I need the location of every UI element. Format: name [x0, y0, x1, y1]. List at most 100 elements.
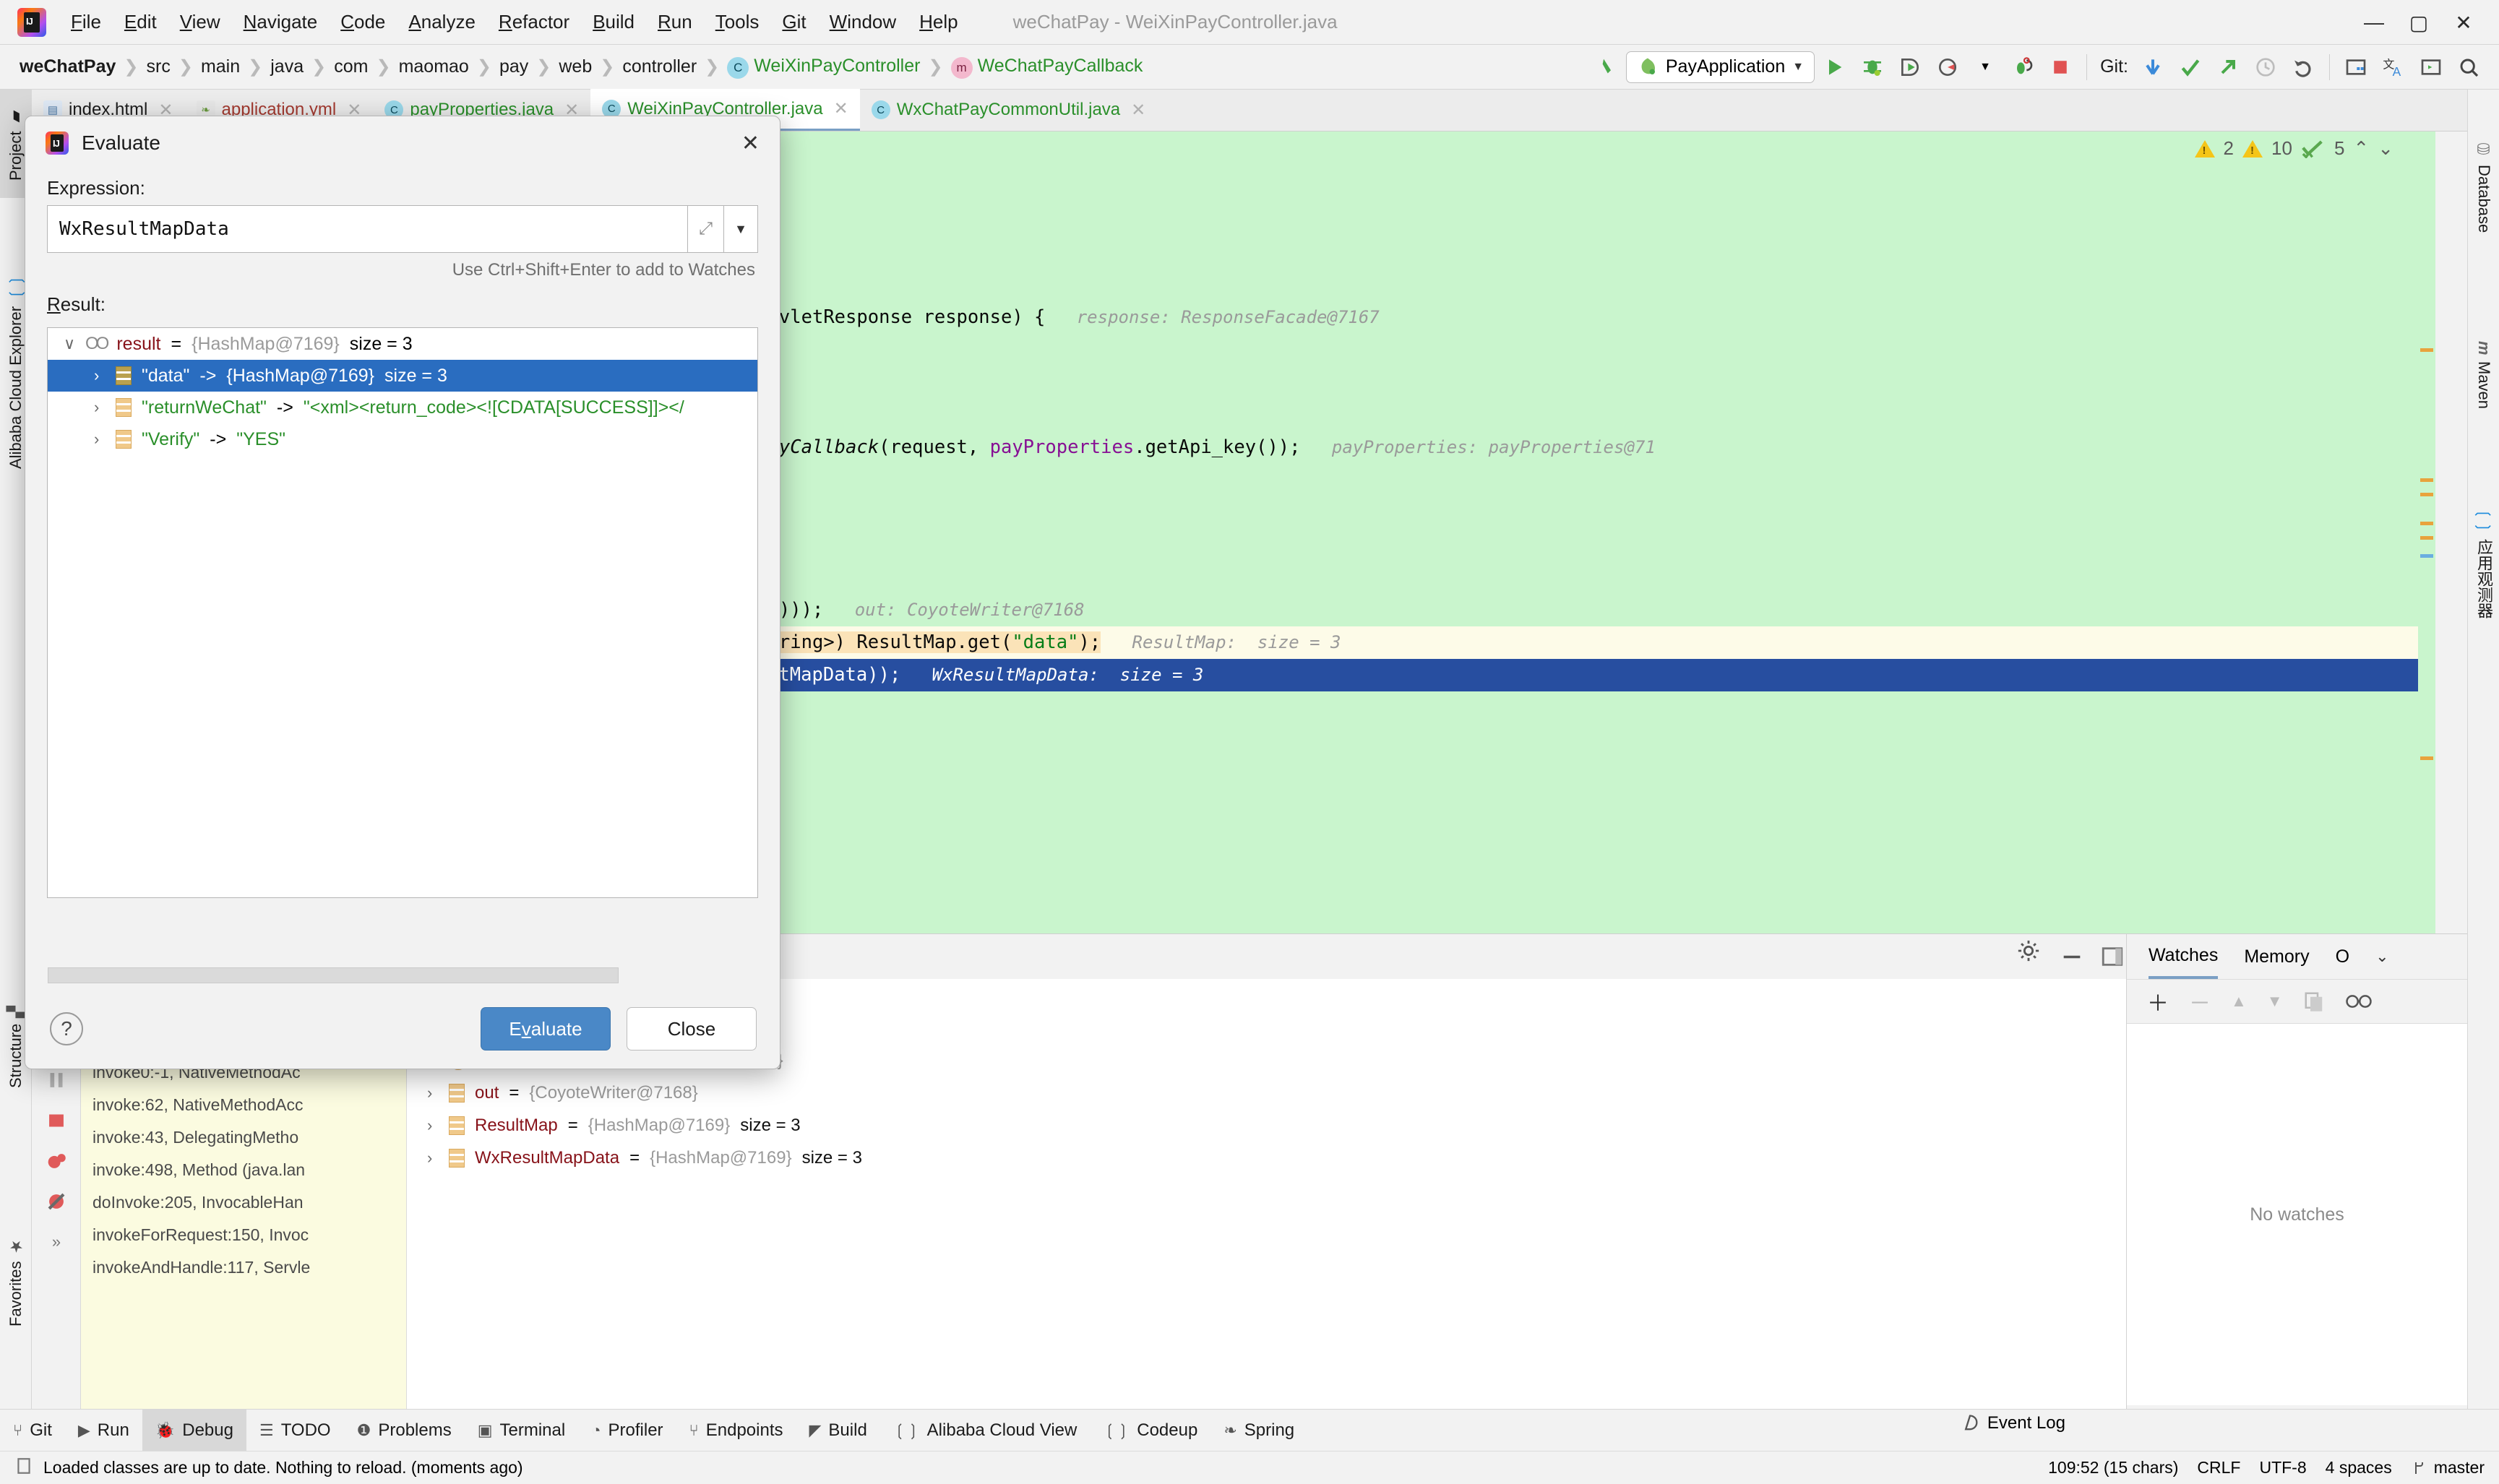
debug-icon[interactable] [1855, 50, 1890, 85]
expand-editor-icon[interactable]: ⤢ [687, 205, 723, 253]
expand-chevron-icon[interactable]: › [94, 398, 106, 417]
git-commit-icon[interactable] [2173, 50, 2208, 85]
copy-icon[interactable] [2303, 991, 2325, 1012]
tool-window-spring[interactable]: ❧ Spring [1210, 1410, 1307, 1451]
breadcrumb-wechatpaycallback[interactable]: m WeChatPayCallback [945, 56, 1150, 79]
tool-window-codeup[interactable]: ❲❳ Codeup [1090, 1410, 1210, 1451]
evaluate-button[interactable]: Ev aluate [481, 1007, 611, 1051]
result-tree-row[interactable]: › "Verify" -> "YES" [48, 423, 757, 455]
move-up-icon[interactable]: ▲ [2231, 992, 2247, 1011]
maximize-icon[interactable]: ▢ [2396, 6, 2441, 39]
search-everywhere-icon[interactable] [2451, 50, 2486, 85]
result-tree-row[interactable]: ∨ OO result = {HashMap@7169} size = 3 [48, 328, 757, 360]
run-with-coverage-icon[interactable] [1893, 50, 1927, 85]
result-tree-row[interactable]: › "returnWeChat" -> "<xml><return_code><![C… [48, 392, 757, 423]
expand-chevron-icon[interactable]: ∨ [64, 335, 75, 353]
menu-item-view[interactable]: View [168, 8, 232, 36]
git-history-icon[interactable] [2248, 50, 2283, 85]
menu-item-file[interactable]: File [59, 8, 113, 36]
tool-window-git[interactable]: ⑂ Git [0, 1410, 65, 1451]
project-structure-icon[interactable] [2339, 50, 2373, 85]
editor-marker-rail[interactable] [2418, 131, 2435, 933]
menu-item-git[interactable]: Git [770, 8, 817, 36]
window-controls[interactable]: — ▢ ✕ [2352, 6, 2486, 39]
line-separator[interactable]: CRLF [2197, 1458, 2240, 1477]
chevron-down-icon[interactable]: ▼ [1968, 50, 2003, 85]
close-tab-icon[interactable]: ✕ [834, 98, 848, 119]
stack-frame-item[interactable]: doInvoke:205, InvocableHan [81, 1186, 406, 1219]
stack-frame-item[interactable]: invoke:62, NativeMethodAcc [81, 1089, 406, 1121]
tool-window-debug[interactable]: 🐞 Debug [142, 1409, 246, 1451]
indent-setting[interactable]: 4 spaces [2326, 1458, 2392, 1477]
watches-tab-o[interactable]: O [2336, 946, 2349, 967]
add-icon[interactable]: ＋ [2147, 985, 2169, 1017]
breadcrumb-weixinpaycontroller[interactable]: C WeiXinPayController [721, 56, 926, 79]
watches-tab-memory[interactable]: Memory [2244, 946, 2309, 967]
tool-window-problems[interactable]: ❶ Problems [344, 1410, 465, 1451]
inspection-widget[interactable]: 2 10 5 ⌃ ⌄ [2194, 137, 2393, 160]
inspect-glasses-icon[interactable] [2345, 992, 2373, 1011]
sidebar-item-database[interactable]: ⛁ Database [2468, 97, 2499, 277]
menu-item-navigate[interactable]: Navigate [232, 8, 330, 36]
result-tree[interactable]: ∨ OO result = {HashMap@7169} size = 3 › "data" -… [47, 327, 758, 898]
breadcrumb[interactable]: weChatPay ❯ src ❯ main ❯ java ❯ com ❯ maomao ❯ pay ❯ w… [13, 56, 1149, 79]
chevron-down-icon[interactable]: ⌄ [2375, 947, 2388, 966]
expression-input[interactable]: WxResultMapData [47, 205, 687, 253]
breadcrumb-maomao[interactable]: maomao [392, 56, 476, 77]
restore-layout-icon[interactable] [2100, 944, 2125, 972]
close-icon[interactable]: ✕ [2441, 6, 2486, 39]
evaluate-dialog[interactable]: Evaluate ✕ Expression: WxResultMapData ⤢… [25, 116, 780, 1069]
more-icon[interactable]: » [32, 1222, 81, 1262]
menu-item-build[interactable]: Build [581, 8, 646, 36]
watches-toolbar[interactable]: ＋ － ▲ ▼ [2127, 979, 2467, 1024]
tool-window-run[interactable]: ▶ Run [65, 1410, 142, 1451]
history-dropdown-icon[interactable]: ▼ [723, 205, 758, 253]
tool-window-bar[interactable]: ⑂ Git ▶ Run 🐞 Debug ☰ TODO ❶ Problems ▣ Terminal ◔ Pr… [0, 1409, 2499, 1451]
sidebar-item-favorites[interactable]: Favorites ★ [0, 1173, 32, 1390]
stack-frame-item[interactable]: invoke:43, DelegatingMetho [81, 1121, 406, 1154]
breadcrumb-web[interactable]: web [552, 56, 598, 77]
menu-item-edit[interactable]: Edit [113, 8, 168, 36]
attach-debugger-icon[interactable] [2005, 50, 2040, 85]
result-tree-row[interactable]: › "data" -> {HashMap@7169} size = 3 [48, 360, 757, 392]
expand-chevron-icon[interactable]: › [427, 1116, 439, 1135]
breadcrumb-src[interactable]: src [140, 56, 177, 77]
chevron-down-icon[interactable]: ▼ [1792, 61, 1804, 74]
main-menu[interactable]: File Edit View Navigate Code Analyze Refactor B… [59, 8, 970, 36]
variable-row[interactable]: › ResultMap = {HashMap@7169} size = 3 [407, 1109, 2126, 1142]
menu-item-refactor[interactable]: Refactor [487, 8, 581, 36]
remove-icon[interactable]: － [2189, 985, 2211, 1017]
view-breakpoints-icon[interactable] [32, 1141, 81, 1181]
run-icon[interactable] [1818, 50, 1852, 85]
breadcrumb-controller[interactable]: controller [616, 56, 703, 77]
help-button[interactable]: ? [50, 1012, 83, 1045]
menu-item-run[interactable]: Run [646, 8, 704, 36]
git-branch-widget[interactable]: master [2411, 1458, 2485, 1477]
sidebar-item-observability[interactable]: ❲❳ 应用观测器 [2468, 473, 2499, 653]
move-down-icon[interactable]: ▼ [2267, 992, 2283, 1011]
stack-frame-item[interactable]: invokeAndHandle:117, Servle [81, 1251, 406, 1284]
tool-window-terminal[interactable]: ▣ Terminal [465, 1410, 579, 1451]
menu-item-window[interactable]: Window [818, 8, 908, 36]
tool-window-profiler[interactable]: ◔ Profiler [578, 1410, 676, 1451]
breadcrumb-main[interactable]: main [194, 56, 246, 77]
expand-chevron-icon[interactable]: › [427, 1084, 439, 1103]
menu-item-tools[interactable]: Tools [704, 8, 771, 36]
stack-frame-item[interactable]: invokeForRequest:150, Invoc [81, 1219, 406, 1251]
menu-item-code[interactable]: Code [329, 8, 397, 36]
menu-item-help[interactable]: Help [908, 8, 969, 36]
mute-breakpoints-icon[interactable] [32, 1181, 81, 1222]
terminal-icon[interactable] [2414, 50, 2448, 85]
tool-window-endpoints[interactable]: ⑂ Endpoints [676, 1410, 796, 1451]
watches-tab-bar[interactable]: Watches Memory O ⌄ [2127, 934, 2467, 979]
stack-frame-item[interactable]: invoke:498, Method (java.lan [81, 1154, 406, 1186]
menu-item-analyze[interactable]: Analyze [397, 8, 487, 36]
result-horizontal-scrollbar[interactable] [48, 967, 802, 983]
variable-row[interactable]: › WxResultMapData = {HashMap@7169} size = 3 [407, 1142, 2126, 1174]
editor-tab-WxChatPayCommonUtil-java[interactable]: C WxChatPayCommonUtil.java ✕ [860, 89, 1158, 131]
close-tab-icon[interactable]: ✕ [1131, 100, 1145, 121]
breadcrumb-com[interactable]: com [327, 56, 374, 77]
breadcrumb-wechatpay[interactable]: weChatPay [13, 56, 122, 77]
git-push-icon[interactable] [2211, 50, 2245, 85]
git-rollback-icon[interactable] [2286, 50, 2320, 85]
